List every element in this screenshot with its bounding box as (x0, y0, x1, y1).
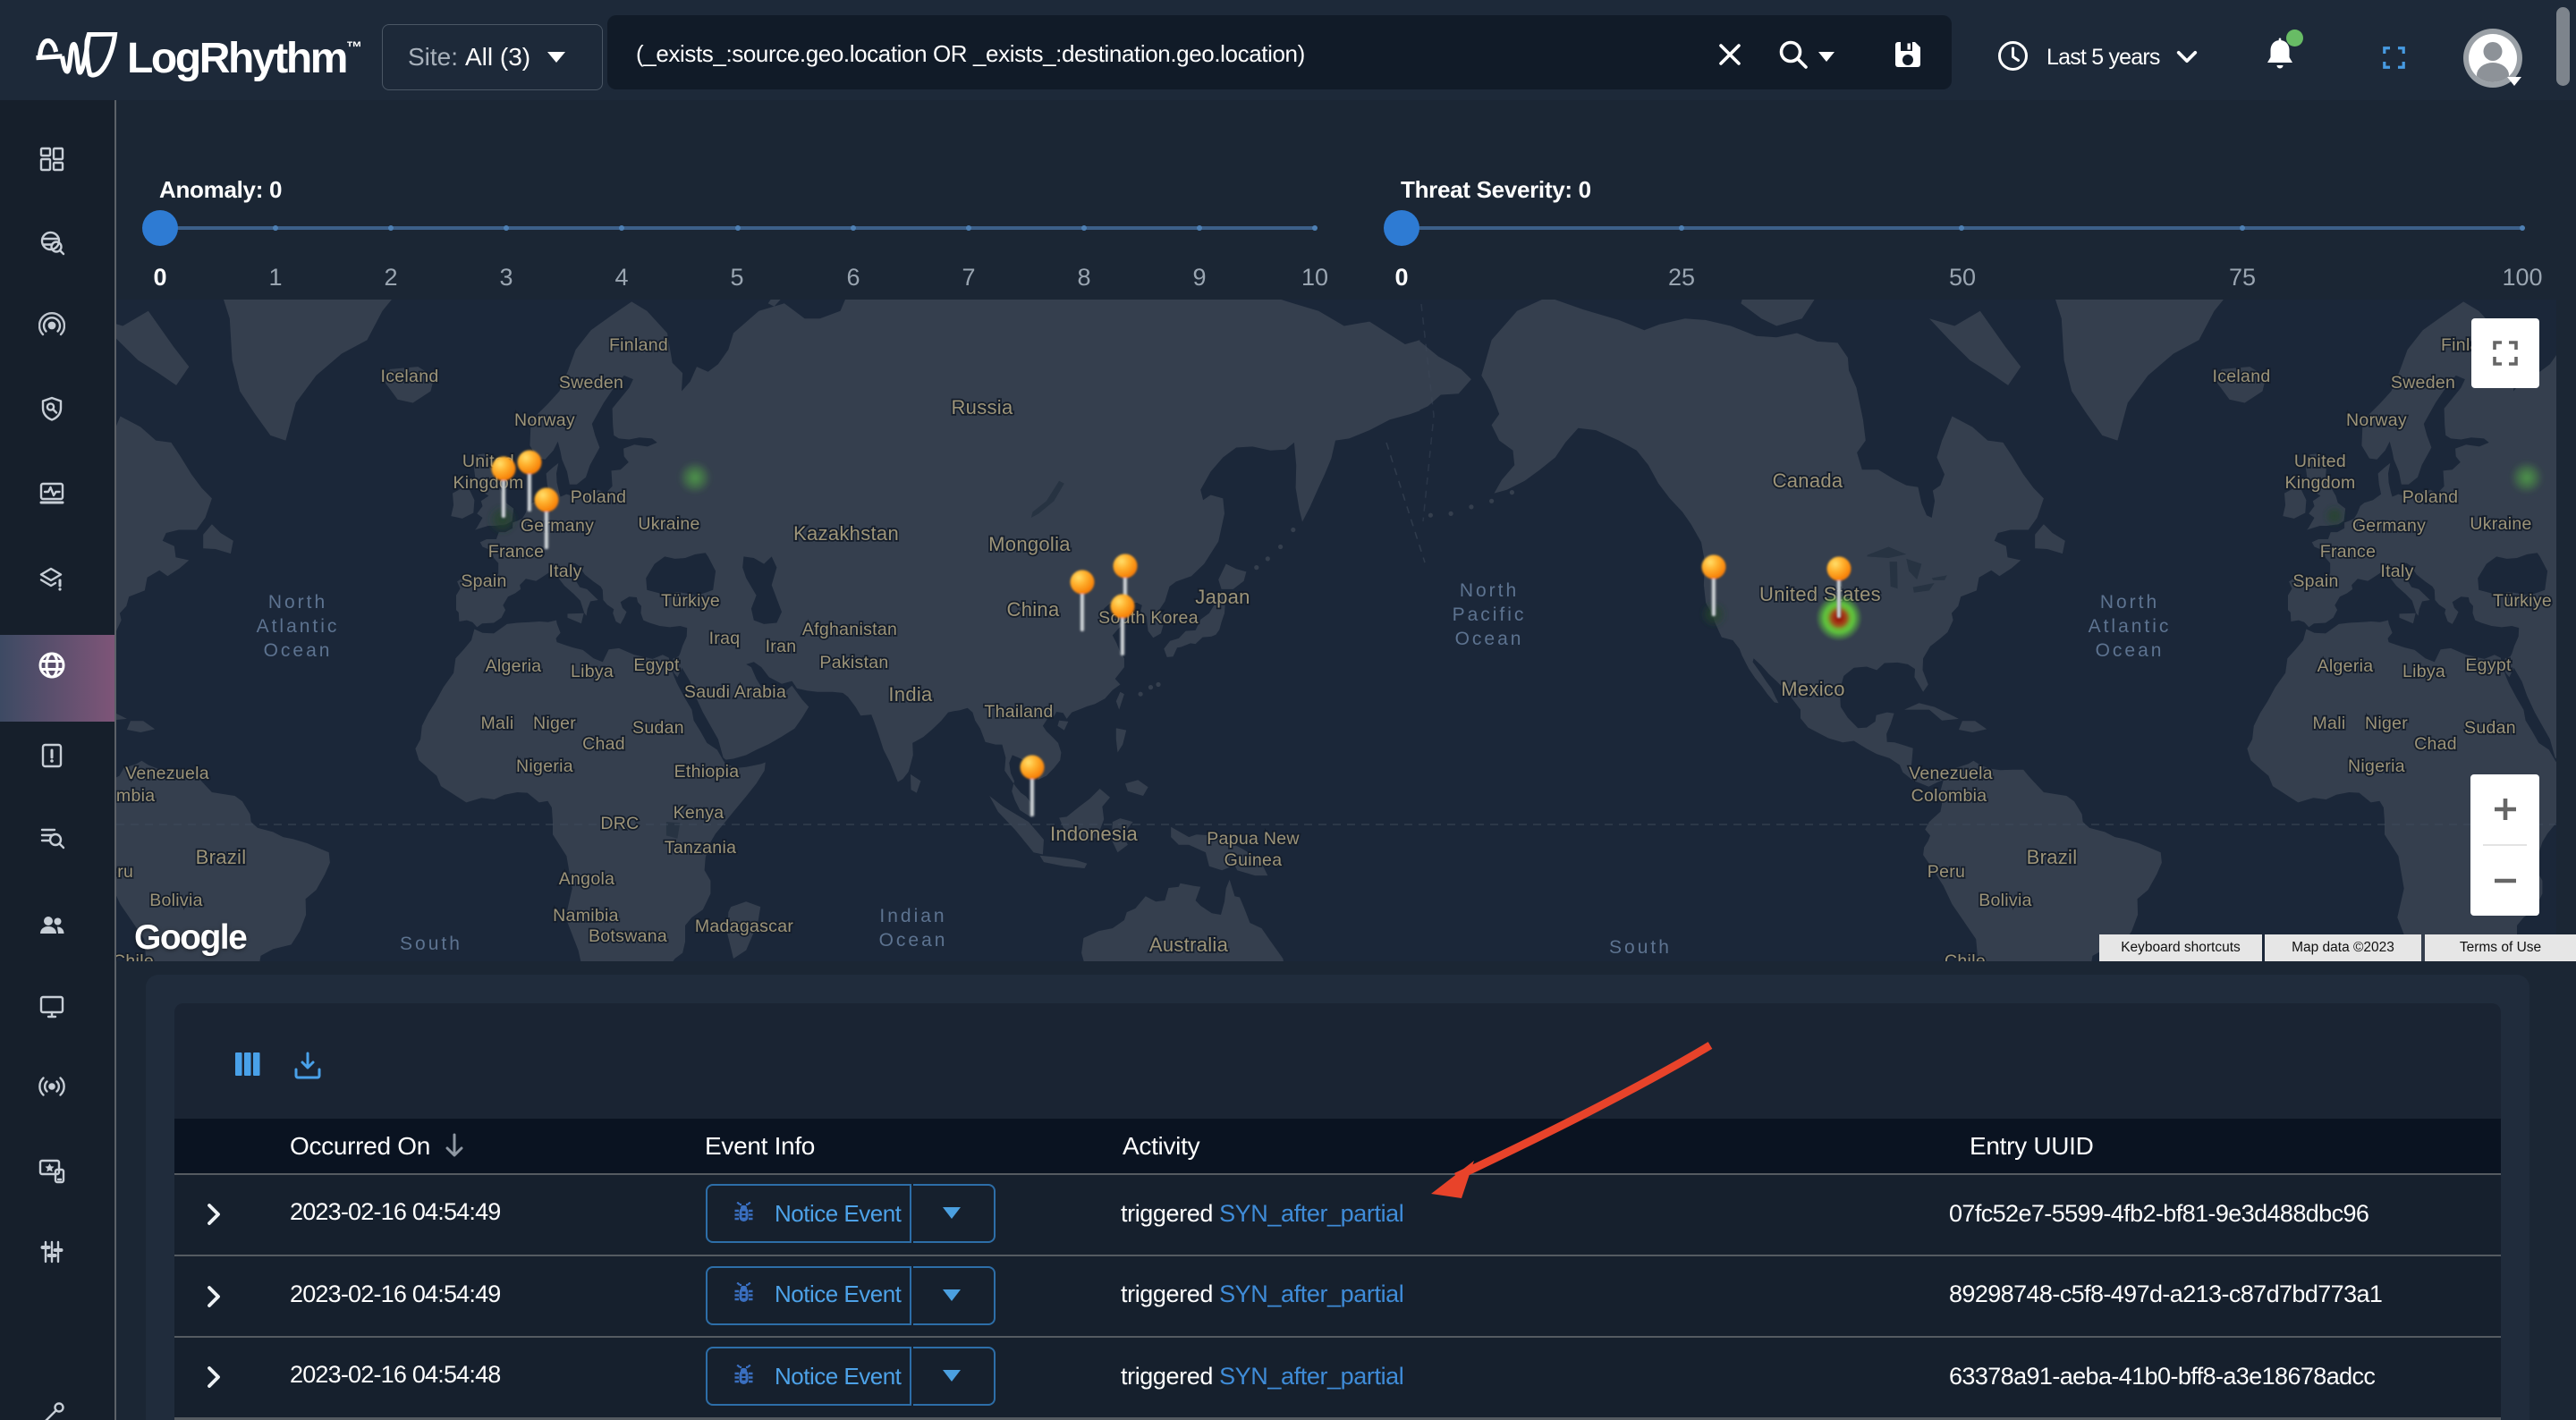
svg-text:Spain: Spain (461, 571, 506, 591)
svg-text:Chile: Chile (1945, 951, 1986, 961)
svg-text:Venezuela: Venezuela (125, 764, 209, 783)
svg-text:United: United (2294, 452, 2346, 471)
svg-text:Tanzania: Tanzania (665, 838, 736, 858)
svg-text:Iraq: Iraq (709, 629, 741, 648)
svg-text:Venezuela: Venezuela (1909, 764, 1993, 783)
svg-text:Australia: Australia (1149, 934, 1229, 956)
svg-text:Bolivia: Bolivia (1979, 891, 2032, 910)
svg-text:Norway: Norway (514, 410, 575, 430)
svg-text:North: North (1460, 580, 1519, 601)
svg-text:Nigeria: Nigeria (516, 756, 573, 776)
svg-text:Pacific: Pacific (1453, 604, 1527, 625)
svg-text:Kazakhstan: Kazakhstan (793, 522, 899, 545)
svg-text:Brazil: Brazil (196, 846, 247, 868)
svg-text:Namibia: Namibia (553, 906, 619, 926)
svg-text:Chad: Chad (2414, 734, 2457, 754)
svg-text:France: France (488, 542, 545, 562)
svg-text:Colombia: Colombia (116, 786, 155, 806)
svg-text:South: South (1609, 937, 1672, 958)
svg-text:Spain: Spain (2292, 571, 2338, 591)
svg-text:India: India (888, 683, 933, 706)
svg-text:Ocean: Ocean (1455, 629, 1524, 649)
svg-text:Kingdom: Kingdom (453, 473, 523, 493)
svg-text:Libya: Libya (571, 662, 614, 681)
svg-text:Poland: Poland (571, 487, 627, 507)
svg-text:Chad: Chad (582, 734, 625, 754)
svg-text:Algeria: Algeria (486, 656, 542, 676)
svg-text:Nigeria: Nigeria (2348, 756, 2405, 776)
svg-text:North: North (2100, 592, 2159, 613)
svg-text:Sudan: Sudan (2464, 718, 2516, 738)
svg-text:Finland: Finland (609, 335, 668, 355)
svg-text:Kenya: Kenya (674, 803, 724, 823)
svg-text:Russia: Russia (951, 396, 1013, 418)
svg-text:Colombia: Colombia (1911, 786, 1987, 806)
svg-text:Sweden: Sweden (2391, 373, 2455, 393)
svg-text:Sweden: Sweden (559, 373, 623, 393)
svg-text:Atlantic: Atlantic (2089, 616, 2172, 637)
svg-text:Libya: Libya (2402, 662, 2445, 681)
svg-text:Iran: Iran (766, 637, 797, 656)
svg-text:Kingdom: Kingdom (2284, 473, 2355, 493)
svg-text:Bolivia: Bolivia (149, 891, 203, 910)
svg-text:Madagascar: Madagascar (695, 917, 794, 936)
svg-text:DRC: DRC (600, 814, 639, 833)
svg-text:Guinea: Guinea (1224, 850, 1283, 870)
svg-text:France: France (2320, 542, 2377, 562)
svg-text:Thailand: Thailand (984, 702, 1053, 722)
svg-text:Atlantic: Atlantic (257, 616, 340, 637)
svg-text:Ukraine: Ukraine (638, 514, 699, 534)
svg-text:Türkiye: Türkiye (2493, 591, 2552, 611)
svg-text:Sudan: Sudan (632, 718, 684, 738)
svg-text:Mali: Mali (2313, 714, 2346, 733)
svg-text:Türkiye: Türkiye (661, 591, 720, 611)
svg-text:Canada: Canada (1773, 469, 1843, 492)
svg-text:Pakistan: Pakistan (819, 653, 888, 672)
svg-text:Papua New: Papua New (1207, 829, 1300, 849)
svg-text:Italy: Italy (2380, 562, 2413, 581)
svg-text:Botswana: Botswana (589, 926, 667, 946)
svg-text:North: North (268, 592, 327, 613)
svg-text:Japan: Japan (1195, 586, 1250, 608)
svg-text:Indian: Indian (879, 906, 946, 926)
svg-text:Ukraine: Ukraine (2470, 514, 2531, 534)
svg-text:Peru: Peru (1928, 862, 1965, 882)
svg-text:Niger: Niger (533, 714, 576, 733)
svg-text:Ethiopia: Ethiopia (674, 762, 740, 782)
svg-text:Ocean: Ocean (264, 640, 333, 661)
svg-text:South: South (400, 934, 462, 954)
svg-text:Mongolia: Mongolia (988, 533, 1071, 555)
svg-text:Iceland: Iceland (381, 367, 439, 386)
svg-text:Brazil: Brazil (2027, 846, 2078, 868)
svg-text:China: China (1007, 598, 1060, 621)
svg-text:Peru: Peru (116, 862, 133, 882)
svg-text:Indonesia: Indonesia (1050, 823, 1139, 845)
svg-text:Germany: Germany (2352, 516, 2426, 536)
svg-text:Ocean: Ocean (2096, 640, 2165, 661)
svg-text:Niger: Niger (2365, 714, 2408, 733)
svg-text:Germany: Germany (521, 516, 594, 536)
svg-text:Norway: Norway (2346, 410, 2407, 430)
svg-text:Poland: Poland (2402, 487, 2459, 507)
svg-text:Ocean: Ocean (879, 930, 948, 951)
svg-text:Algeria: Algeria (2318, 656, 2374, 676)
svg-text:Mexico: Mexico (1781, 678, 1845, 700)
svg-text:Afghanistan: Afghanistan (802, 620, 897, 639)
svg-text:United States: United States (1759, 583, 1881, 605)
svg-text:Angola: Angola (559, 869, 615, 889)
svg-text:Mali: Mali (481, 714, 514, 733)
svg-text:Italy: Italy (548, 562, 581, 581)
svg-text:Iceland: Iceland (2213, 367, 2271, 386)
svg-text:Egypt: Egypt (2465, 655, 2512, 675)
svg-text:Egypt: Egypt (633, 655, 680, 675)
svg-text:Saudi Arabia: Saudi Arabia (684, 682, 786, 702)
